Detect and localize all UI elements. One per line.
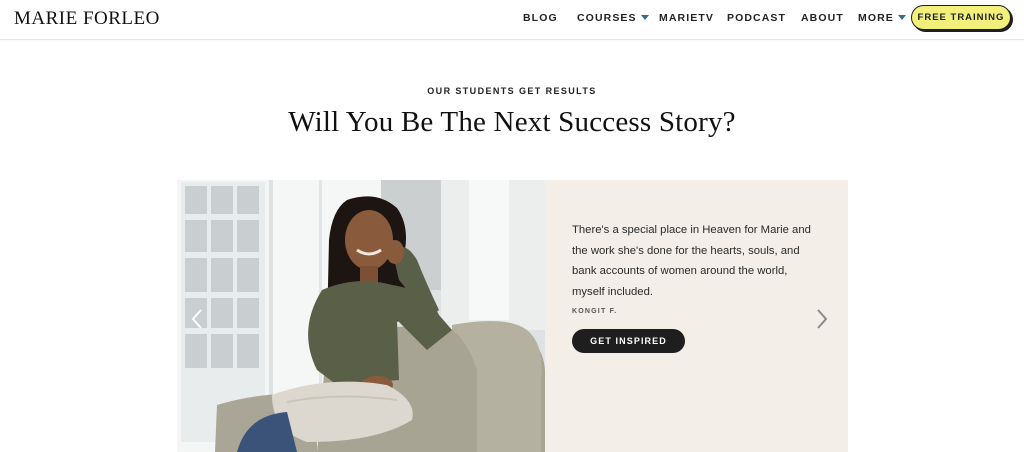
nav-item-label: COURSES [577, 12, 637, 24]
quote-line: myself included. [572, 285, 653, 298]
quote-line: bank accounts of women around the world, [572, 265, 788, 277]
main-nav: BLOG COURSES MARIETV PODCAST ABOUT MORE [0, 12, 1024, 26]
quote-line: There's a special place in Heaven for Ma… [572, 224, 811, 236]
testimonial-panel: There's a special place in Heaven for Ma… [545, 180, 848, 452]
student-photo-illustration [177, 180, 545, 452]
nav-item-about[interactable]: ABOUT [801, 12, 844, 24]
nav-item-label: MORE [858, 12, 894, 24]
nav-item-marietv[interactable]: MARIETV [659, 12, 714, 24]
section-eyebrow: OUR STUDENTS GET RESULTS [427, 86, 597, 96]
nav-item-blog[interactable]: BLOG [523, 12, 558, 24]
nav-item-label: MARIETV [659, 12, 714, 24]
slider-prev-button[interactable] [190, 308, 204, 335]
testimonial-photo [177, 180, 545, 452]
nav-item-label: PODCAST [727, 12, 787, 24]
nav-item-label: BLOG [523, 12, 558, 24]
nav-item-label: ABOUT [801, 12, 844, 24]
testimonial-quote: There's a special place in Heaven for Ma… [572, 220, 822, 302]
testimonial-author: KONGIT F. [572, 308, 618, 315]
testimonial-slider: There's a special place in Heaven for Ma… [177, 180, 848, 452]
section-headline: Will You Be The Next Success Story? [288, 106, 736, 138]
chevron-left-icon [191, 309, 202, 329]
get-inspired-button[interactable]: GET INSPIRED [572, 329, 685, 353]
free-training-button[interactable]: FREE TRAINING [911, 5, 1011, 30]
nav-item-more[interactable]: MORE [858, 12, 906, 24]
slider-next-button[interactable] [815, 308, 829, 335]
quote-line: the work she's done for the hearts, soul… [572, 244, 800, 257]
caret-down-icon [640, 14, 649, 20]
nav-item-podcast[interactable]: PODCAST [727, 12, 786, 24]
caret-down-icon [897, 14, 906, 20]
chevron-right-icon [817, 309, 828, 329]
site-header: MARIE FORLEO BLOG COURSES MARIETV PODCAS… [0, 0, 1024, 40]
nav-item-courses[interactable]: COURSES [577, 12, 649, 24]
